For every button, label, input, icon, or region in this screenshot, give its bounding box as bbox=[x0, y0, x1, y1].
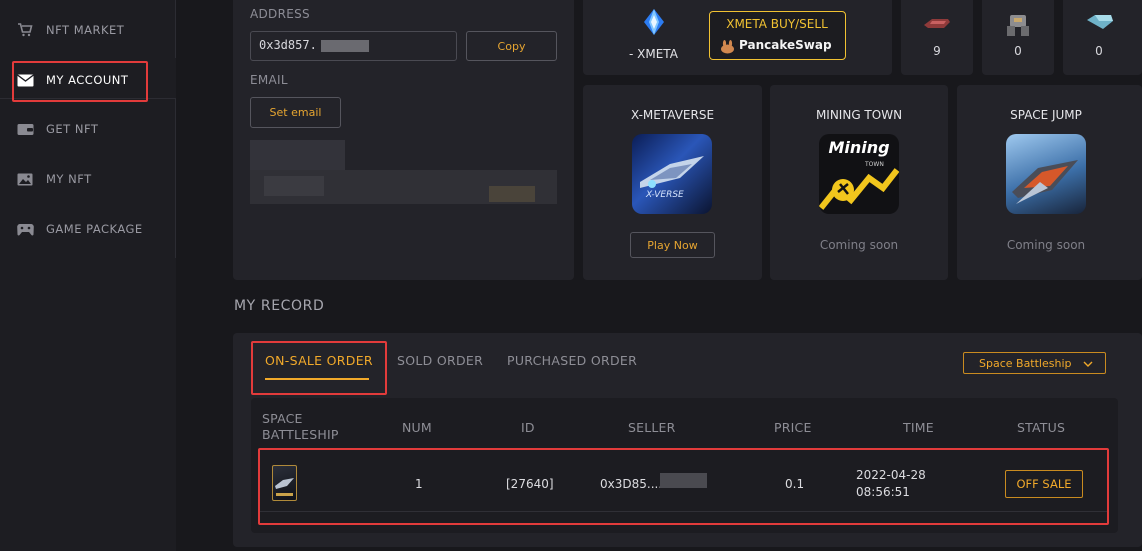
section-title: MY RECORD bbox=[234, 298, 325, 314]
column-header: PRICE bbox=[774, 420, 812, 435]
bunny-icon bbox=[720, 39, 736, 54]
coming-soon-label: Coming soon bbox=[819, 238, 899, 252]
address-field[interactable]: 0x3d857. bbox=[250, 31, 457, 61]
play-now-button[interactable]: Play Now bbox=[630, 232, 715, 258]
filter-value: Space Battleship bbox=[979, 356, 1072, 370]
item-count: 9 bbox=[933, 44, 941, 58]
mining-town-thumbnail: Mining TOWN bbox=[819, 134, 899, 214]
item-count: 0 bbox=[1014, 44, 1022, 58]
redacted-block bbox=[489, 186, 535, 202]
space-jump-thumbnail bbox=[1006, 134, 1086, 214]
pancakeswap-button[interactable]: XMETA BUY/SELL PancakeSwap bbox=[709, 11, 846, 60]
xmeta-crystal-icon bbox=[642, 8, 666, 40]
mech-item-icon bbox=[1004, 12, 1032, 42]
redacted-block bbox=[250, 140, 345, 170]
sidebar-item-label: MY NFT bbox=[46, 172, 92, 186]
game-title: MINING TOWN bbox=[815, 108, 903, 122]
divider bbox=[175, 0, 176, 58]
coming-soon-label: Coming soon bbox=[1006, 238, 1086, 252]
sidebar-item-label: GET NFT bbox=[46, 122, 99, 136]
highlight-box bbox=[12, 61, 148, 102]
buy-sell-label: XMETA BUY/SELL bbox=[726, 17, 828, 31]
game-title: X-METAVERSE bbox=[630, 108, 715, 122]
sidebar-item-my-nft[interactable]: MY NFT bbox=[0, 155, 176, 203]
sidebar-item-get-nft[interactable]: GET NFT bbox=[0, 105, 176, 153]
tab-sold-order[interactable]: SOLD ORDER bbox=[397, 353, 483, 368]
game-filter-select[interactable]: Space Battleship bbox=[963, 352, 1106, 374]
column-header: ID bbox=[521, 420, 535, 435]
x-metaverse-thumbnail[interactable]: X-VERSE bbox=[632, 134, 712, 214]
email-label: EMAIL bbox=[250, 73, 288, 87]
column-header: NUM bbox=[402, 420, 432, 435]
highlight-box bbox=[258, 448, 1109, 525]
wallet-icon bbox=[16, 122, 34, 136]
sidebar-item-label: NFT MARKET bbox=[46, 23, 125, 37]
column-header: TIME bbox=[903, 420, 934, 435]
gamepad-icon bbox=[16, 222, 34, 236]
redacted-block bbox=[320, 39, 369, 52]
image-icon bbox=[16, 172, 34, 186]
sidebar-item-nft-market[interactable]: NFT MARKET bbox=[0, 6, 176, 54]
tab-purchased-order[interactable]: PURCHASED ORDER bbox=[507, 353, 637, 368]
copy-button[interactable]: Copy bbox=[466, 31, 557, 61]
redacted-block bbox=[264, 176, 324, 196]
address-value: 0x3d857. bbox=[259, 38, 317, 52]
address-label: ADDRESS bbox=[250, 7, 310, 21]
sidebar-item-game-package[interactable]: GAME PACKAGE bbox=[0, 205, 176, 253]
item-count: 0 bbox=[1095, 44, 1103, 58]
sidebar-item-label: GAME PACKAGE bbox=[46, 222, 143, 236]
crystal-item-icon bbox=[1086, 14, 1114, 34]
battleship-item-icon bbox=[922, 15, 952, 34]
column-header: SELLER bbox=[628, 420, 676, 435]
set-email-button[interactable]: Set email bbox=[250, 97, 341, 128]
highlight-box bbox=[251, 341, 387, 395]
pancakeswap-label: PancakeSwap bbox=[739, 38, 832, 52]
item-card bbox=[901, 0, 973, 75]
column-header: SPACE BATTLESHIP bbox=[262, 411, 339, 442]
xmeta-balance: - XMETA bbox=[629, 47, 678, 61]
thumbnail-text: X-VERSE bbox=[646, 190, 684, 200]
column-header: STATUS bbox=[1017, 420, 1066, 435]
item-card bbox=[1063, 0, 1142, 75]
cart-icon bbox=[16, 23, 34, 37]
game-title: SPACE JUMP bbox=[1010, 108, 1082, 122]
chevron-down-icon bbox=[1083, 358, 1093, 371]
